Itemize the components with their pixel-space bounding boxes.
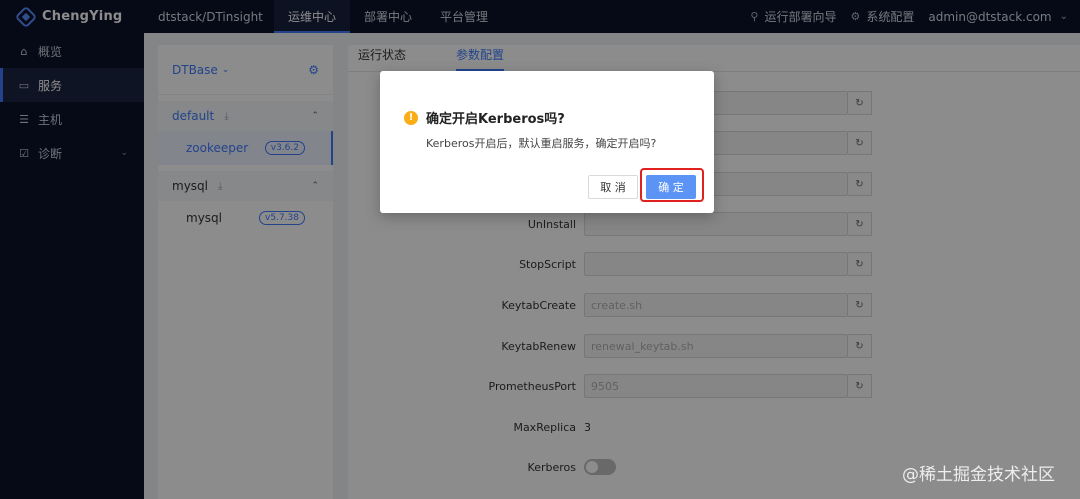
highlight-box [640,168,704,202]
watermark: @稀土掘金技术社区 [902,465,1055,485]
dialog-title-row: ! 确定开启Kerberos吗? [404,108,565,127]
cancel-button[interactable]: 取 消 [588,175,638,199]
dialog-message: Kerberos开启后，默认重启服务，确定开启吗? [426,137,657,150]
warning-icon: ! [404,110,418,125]
dialog-title: 确定开启Kerberos吗? [426,112,565,127]
